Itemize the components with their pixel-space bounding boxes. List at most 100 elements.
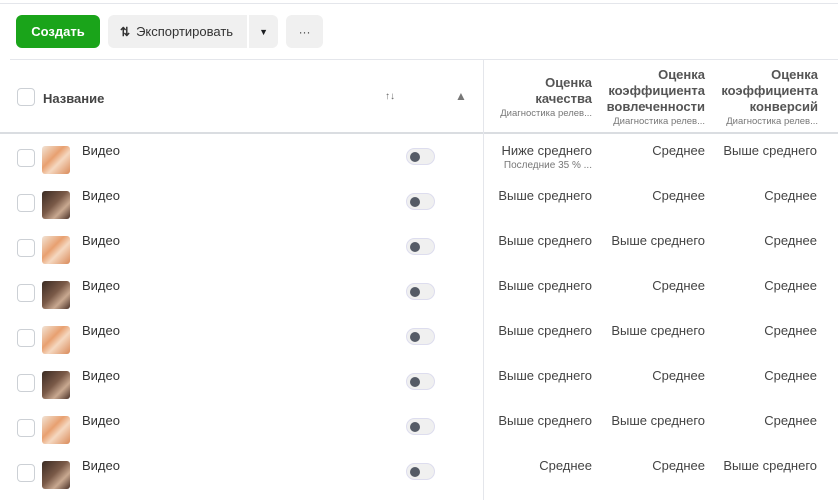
header-title: Оценка	[545, 75, 592, 90]
header-title: вовлеченности	[606, 99, 705, 114]
row-name[interactable]: Видео	[82, 323, 120, 338]
quality-value: Выше среднего	[498, 188, 592, 203]
conversion-cell: Выше среднего	[723, 458, 817, 473]
status-toggle[interactable]	[406, 373, 435, 390]
export-dropdown-button[interactable]: ▼	[249, 15, 279, 48]
quality-value: Выше среднего	[498, 413, 592, 428]
table-row[interactable]: Видео Ниже среднего Последние 35 % ... С…	[0, 143, 838, 188]
table-row[interactable]: Видео Выше среднего Среднее Среднее	[0, 368, 838, 413]
quality-value: Выше среднего	[498, 323, 592, 338]
row-checkbox[interactable]	[17, 194, 35, 212]
conversion-cell: Среднее	[764, 188, 817, 203]
row-checkbox[interactable]	[17, 284, 35, 302]
row-checkbox[interactable]	[17, 149, 35, 167]
row-checkbox[interactable]	[17, 464, 35, 482]
header-subtitle: Диагностика релев...	[500, 108, 592, 119]
row-name[interactable]: Видео	[82, 188, 120, 203]
quality-cell: Среднее	[484, 458, 592, 473]
conversion-cell: Среднее	[764, 323, 817, 338]
header-title: конверсий	[749, 99, 818, 114]
video-thumbnail	[42, 326, 70, 354]
video-thumbnail	[42, 236, 70, 264]
column-header-quality[interactable]: Оценка качества Диагностика релев...	[484, 75, 592, 121]
engagement-cell: Выше среднего	[611, 233, 705, 248]
quality-cell: Выше среднего	[484, 278, 592, 293]
quality-value: Среднее	[539, 458, 592, 473]
header-title: Оценка	[771, 67, 818, 82]
export-icon: ⇅	[120, 24, 131, 39]
quality-value: Ниже среднего	[501, 143, 592, 158]
header-subtitle: Диагностика релев...	[726, 116, 818, 127]
conversion-cell: Среднее	[764, 233, 817, 248]
quality-cell: Выше среднего	[484, 368, 592, 383]
row-checkbox[interactable]	[17, 329, 35, 347]
export-label: Экспортировать	[136, 24, 234, 39]
row-checkbox[interactable]	[17, 239, 35, 257]
table-header: Название ↑↓ ▲ Оценка качества Диагностик…	[0, 60, 838, 134]
status-toggle[interactable]	[406, 148, 435, 165]
video-thumbnail	[42, 416, 70, 444]
quality-cell: Выше среднего	[484, 323, 592, 338]
export-button[interactable]: ⇅ Экспортировать	[108, 15, 248, 48]
engagement-cell: Среднее	[652, 278, 705, 293]
header-subtitle: Диагностика релев...	[613, 116, 705, 127]
table-row[interactable]: Видео Выше среднего Выше среднего Средне…	[0, 413, 838, 458]
status-toggle[interactable]	[406, 328, 435, 345]
more-button[interactable]: ···	[286, 15, 324, 48]
conversion-cell: Среднее	[764, 413, 817, 428]
quality-cell: Выше среднего	[484, 413, 592, 428]
video-thumbnail	[42, 281, 70, 309]
conversion-cell: Выше среднего	[723, 143, 817, 158]
select-all-checkbox[interactable]	[17, 88, 35, 106]
table-row[interactable]: Видео Выше среднего Выше среднего Средне…	[0, 233, 838, 278]
column-header-engagement[interactable]: Оценка коэффициента вовлеченности Диагно…	[597, 67, 705, 129]
warning-icon: ▲	[455, 89, 467, 103]
quality-subtext: Последние 35 % ...	[503, 160, 592, 171]
sort-icon[interactable]: ↑↓	[385, 91, 395, 102]
table-row[interactable]: Видео Среднее Среднее Выше среднего	[0, 458, 838, 503]
column-header-conversion[interactable]: Оценка коэффициента конверсий Диагностик…	[710, 67, 818, 129]
video-thumbnail	[42, 371, 70, 399]
status-toggle[interactable]	[406, 283, 435, 300]
row-name[interactable]: Видео	[82, 458, 120, 473]
header-title: коэффициента	[608, 83, 705, 98]
video-thumbnail	[42, 146, 70, 174]
toolbar: Создать ⇅ Экспортировать ▼ ···	[16, 15, 324, 48]
header-title: Оценка	[658, 67, 705, 82]
conversion-cell: Среднее	[764, 368, 817, 383]
quality-value: Выше среднего	[498, 278, 592, 293]
engagement-cell: Выше среднего	[611, 413, 705, 428]
table-row[interactable]: Видео Выше среднего Среднее Среднее	[0, 188, 838, 233]
status-toggle[interactable]	[406, 193, 435, 210]
row-name[interactable]: Видео	[82, 233, 120, 248]
engagement-cell: Среднее	[652, 188, 705, 203]
quality-cell: Ниже среднего Последние 35 % ...	[484, 143, 592, 171]
top-border	[0, 0, 838, 4]
table-row[interactable]: Видео Выше среднего Выше среднего Средне…	[0, 323, 838, 368]
engagement-cell: Среднее	[652, 143, 705, 158]
column-header-name[interactable]: Название	[43, 91, 104, 106]
row-name[interactable]: Видео	[82, 368, 120, 383]
row-checkbox[interactable]	[17, 419, 35, 437]
row-name[interactable]: Видео	[82, 278, 120, 293]
header-title: качества	[535, 91, 592, 106]
header-title: коэффициента	[721, 83, 818, 98]
row-name[interactable]: Видео	[82, 413, 120, 428]
table-row[interactable]: Видео Выше среднего Среднее Среднее	[0, 278, 838, 323]
engagement-cell: Среднее	[652, 368, 705, 383]
quality-value: Выше среднего	[498, 233, 592, 248]
row-checkbox[interactable]	[17, 374, 35, 392]
status-toggle[interactable]	[406, 463, 435, 480]
status-toggle[interactable]	[406, 238, 435, 255]
conversion-cell: Среднее	[764, 278, 817, 293]
quality-value: Выше среднего	[498, 368, 592, 383]
caret-down-icon: ▼	[259, 26, 269, 37]
create-button[interactable]: Создать	[16, 15, 100, 48]
engagement-cell: Выше среднего	[611, 323, 705, 338]
video-thumbnail	[42, 191, 70, 219]
row-name[interactable]: Видео	[82, 143, 120, 158]
engagement-cell: Среднее	[652, 458, 705, 473]
video-thumbnail	[42, 461, 70, 489]
status-toggle[interactable]	[406, 418, 435, 435]
quality-cell: Выше среднего	[484, 233, 592, 248]
